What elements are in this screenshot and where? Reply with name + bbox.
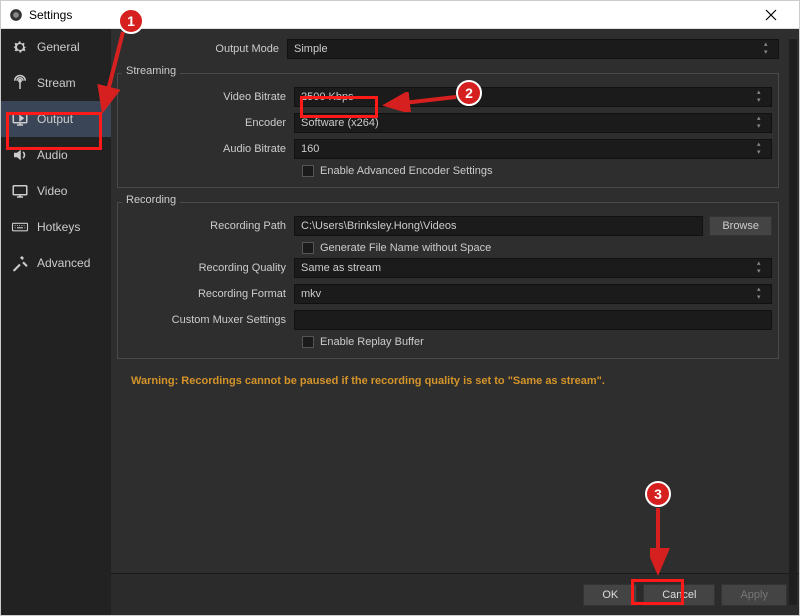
advanced-encoder-label: Enable Advanced Encoder Settings [320,165,492,177]
tools-icon [11,254,29,272]
output-mode-label: Output Mode [117,43,287,55]
streaming-group: Streaming Video Bitrate 2500 Kbps▴▾ Enco… [117,67,779,188]
audio-bitrate-select[interactable]: 160▴▾ [294,139,772,159]
antenna-icon [11,74,29,92]
spinner-icon[interactable]: ▴▾ [757,88,769,106]
close-icon [765,9,777,21]
sidebar-item-hotkeys[interactable]: Hotkeys [1,209,111,245]
scrollbar[interactable] [789,39,797,605]
sidebar-item-label: Audio [37,148,68,162]
recording-quality-select[interactable]: Same as stream▴▾ [294,258,772,278]
keyboard-icon [11,218,29,236]
settings-window: Settings General Stream Output Audio [0,0,800,616]
recording-quality-label: Recording Quality [124,262,294,274]
recording-path-label: Recording Path [124,220,294,232]
ok-button[interactable]: OK [583,584,637,606]
sidebar-item-label: Hotkeys [37,220,80,234]
footer: OK Cancel Apply [111,573,799,615]
annotation-callout-3: 3 [645,481,671,507]
chevron-updown-icon: ▴▾ [764,40,776,58]
monitor-out-icon [11,110,29,128]
recording-legend: Recording [122,194,180,206]
app-icon [9,8,23,22]
browse-button[interactable]: Browse [709,216,772,236]
output-mode-select[interactable]: Simple▴▾ [287,39,779,59]
sidebar-item-label: General [37,40,80,54]
muxer-label: Custom Muxer Settings [124,314,294,326]
audio-bitrate-label: Audio Bitrate [124,143,294,155]
sidebar-item-label: Stream [37,76,76,90]
muxer-input[interactable] [294,310,772,330]
sidebar-item-advanced[interactable]: Advanced [1,245,111,281]
annotation-callout-1: 1 [118,8,144,34]
chevron-updown-icon: ▴▾ [757,259,769,277]
window-title: Settings [29,8,72,22]
sidebar-item-video[interactable]: Video [1,173,111,209]
recording-format-label: Recording Format [124,288,294,300]
speaker-icon [11,146,29,164]
apply-button[interactable]: Apply [721,584,787,606]
sidebar-item-label: Advanced [37,256,90,270]
sidebar-item-output[interactable]: Output [1,101,111,137]
replay-buffer-label: Enable Replay Buffer [320,336,424,348]
sidebar: General Stream Output Audio Video Hotkey… [1,29,111,615]
video-bitrate-input[interactable]: 2500 Kbps▴▾ [294,87,772,107]
gear-icon [11,38,29,56]
cancel-button[interactable]: Cancel [643,584,715,606]
chevron-updown-icon: ▴▾ [757,114,769,132]
video-bitrate-label: Video Bitrate [124,91,294,103]
streaming-legend: Streaming [122,65,180,77]
recording-format-select[interactable]: mkv▴▾ [294,284,772,304]
sidebar-item-stream[interactable]: Stream [1,65,111,101]
monitor-icon [11,182,29,200]
filename-nospace-label: Generate File Name without Space [320,242,491,254]
encoder-select[interactable]: Software (x264)▴▾ [294,113,772,133]
sidebar-item-audio[interactable]: Audio [1,137,111,173]
chevron-updown-icon: ▴▾ [757,140,769,158]
sidebar-item-general[interactable]: General [1,29,111,65]
recording-path-input[interactable]: C:\Users\Brinksley.Hong\Videos [294,216,703,236]
encoder-label: Encoder [124,117,294,129]
sidebar-item-label: Video [37,184,67,198]
advanced-encoder-checkbox[interactable] [302,165,314,177]
filename-nospace-checkbox[interactable] [302,242,314,254]
chevron-updown-icon: ▴▾ [757,285,769,303]
sidebar-item-label: Output [37,112,73,126]
close-button[interactable] [751,2,791,28]
content-area: Output Mode Simple▴▾ Streaming Video Bit… [111,29,799,615]
warning-text: Warning: Recordings cannot be paused if … [117,367,779,395]
recording-group: Recording Recording Path C:\Users\Brinks… [117,196,779,359]
annotation-callout-2: 2 [456,80,482,106]
replay-buffer-checkbox[interactable] [302,336,314,348]
